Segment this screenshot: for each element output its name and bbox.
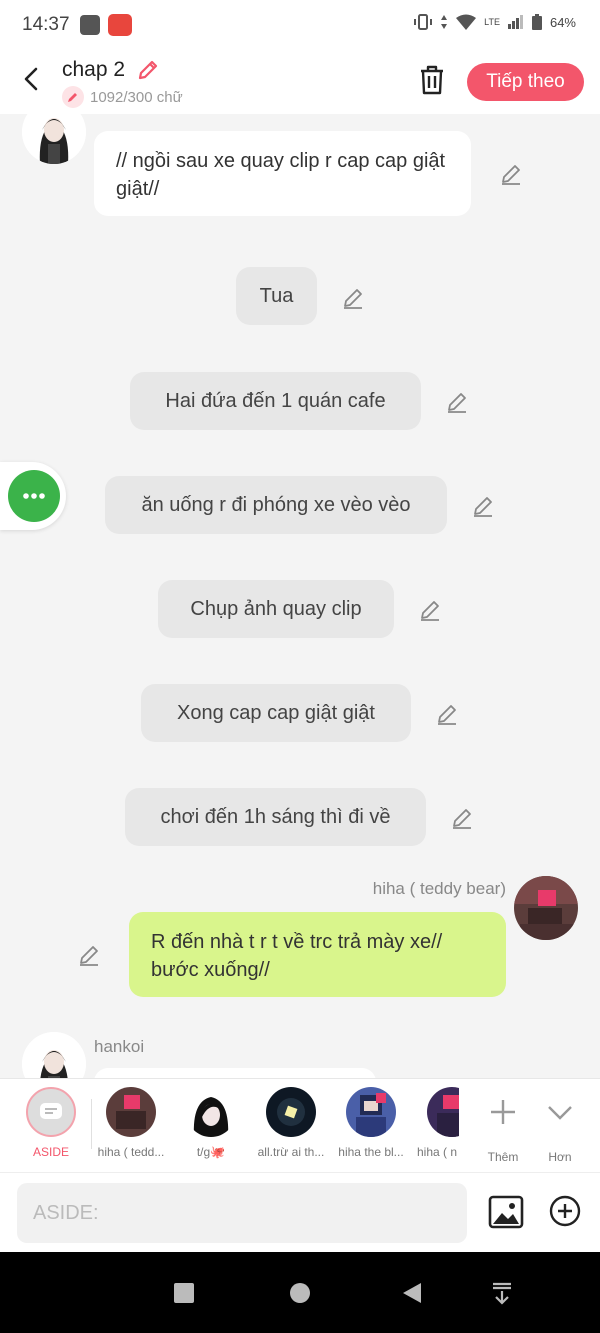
data-arrows-icon <box>441 15 448 29</box>
edit-title-pencil-icon[interactable] <box>136 58 160 82</box>
message-input[interactable] <box>17 1183 467 1243</box>
image-icon[interactable] <box>488 1195 524 1229</box>
character-label: t/g🐙 <box>196 1145 226 1159</box>
character-all[interactable]: all.trừ ai th... <box>251 1087 331 1159</box>
character-label: hiha the bl... <box>338 1145 404 1159</box>
edit-pencil-icon[interactable] <box>418 598 442 622</box>
edit-pencil-icon[interactable] <box>499 162 523 186</box>
next-button[interactable]: Tiếp theo <box>467 63 584 101</box>
speaker-name: hankoi <box>94 1037 145 1056</box>
character-hiha-partial[interactable]: hiha ( n <box>411 1087 459 1159</box>
input-bar <box>0 1172 600 1252</box>
narration-bubble[interactable]: chơi đến 1h sáng thì đi về <box>125 788 426 846</box>
network-type: LTE <box>484 17 500 27</box>
chapter-title[interactable]: chap 2 <box>62 58 125 82</box>
narration-bubble[interactable]: Chụp ảnh quay clip <box>158 580 394 638</box>
keyboard-hide-icon[interactable] <box>489 1280 515 1306</box>
narration-bubble[interactable]: Xong cap cap giật giật <box>141 684 411 742</box>
edit-pencil-icon[interactable] <box>445 390 469 414</box>
status-bar: 14:37 LTE 64% <box>0 0 600 50</box>
character-hiha-teddy[interactable]: hiha ( tedd... <box>91 1087 171 1159</box>
character-avatar <box>346 1087 396 1137</box>
narration-bubble[interactable]: Tua <box>236 267 317 325</box>
character-label: hiha ( n <box>417 1145 458 1159</box>
character-aside[interactable]: ASIDE <box>11 1087 91 1159</box>
trash-icon[interactable] <box>417 64 447 96</box>
message-bubble-hiha[interactable]: R đến nhà t r t về trc trả mày xe// bước… <box>129 912 506 997</box>
back-triangle-icon[interactable] <box>399 1280 425 1306</box>
avatar-hankoi[interactable] <box>22 1032 86 1078</box>
vibrate-icon <box>414 14 433 30</box>
add-circle-icon[interactable] <box>549 1195 581 1227</box>
shop-app-icon <box>79 15 100 35</box>
character-label: ASIDE <box>32 1145 69 1159</box>
character-hiha-the-bl[interactable]: hiha the bl... <box>331 1087 411 1159</box>
edit-pencil-icon[interactable] <box>450 806 474 830</box>
recents-square-icon[interactable] <box>171 1280 197 1306</box>
edit-pencil-icon[interactable] <box>435 702 459 726</box>
signal-icon <box>507 15 523 29</box>
more-dots-icon <box>23 493 45 499</box>
word-count-pencil-icon <box>62 86 84 108</box>
message-bubble-partial[interactable] <box>94 1068 376 1078</box>
chevron-down-icon <box>548 1106 572 1120</box>
expand-characters-label: Hơn <box>548 1150 572 1164</box>
message-bubble-hankoi[interactable]: // ngồi sau xe quay clip r cap cap giật … <box>94 131 471 216</box>
character-avatar <box>186 1087 236 1137</box>
edit-pencil-icon[interactable] <box>77 943 101 967</box>
character-avatar <box>106 1087 156 1137</box>
system-nav-bar <box>0 1252 600 1333</box>
narration-bubble[interactable]: Hai đứa đến 1 quán cafe <box>130 372 421 430</box>
edit-pencil-icon[interactable] <box>341 286 365 310</box>
character-selector: ASIDE hiha ( tedd... t/g🐙 all.trừ ai th.… <box>0 1078 600 1172</box>
speaker-name: hiha ( teddy bear) <box>372 879 506 898</box>
avatar-hankoi[interactable] <box>22 114 86 164</box>
narration-bubble[interactable]: ăn uống r đi phóng xe vèo vèo <box>105 476 447 534</box>
avatar-hiha-teddy-bear[interactable] <box>514 876 578 940</box>
battery-icon <box>531 14 542 30</box>
word-count: 1092/300 chữ <box>62 86 183 108</box>
character-avatar <box>266 1087 316 1137</box>
back-arrow-icon[interactable] <box>20 64 44 94</box>
status-time: 14:37 <box>22 14 70 35</box>
character-tg[interactable]: t/g🐙 <box>171 1087 251 1159</box>
character-avatar <box>427 1087 459 1137</box>
aside-speech-icon <box>40 1103 62 1119</box>
wifi-icon <box>456 14 477 30</box>
character-label: hiha ( tedd... <box>97 1145 165 1159</box>
edit-pencil-icon[interactable] <box>471 494 495 518</box>
word-count-text: 1092/300 chữ <box>90 88 183 106</box>
more-options-button[interactable] <box>8 470 60 522</box>
home-circle-icon[interactable] <box>287 1280 313 1306</box>
chat-area[interactable]: // ngồi sau xe quay clip r cap cap giật … <box>0 114 600 1078</box>
mangatoon-app-icon <box>107 14 132 36</box>
aside-avatar <box>26 1087 76 1137</box>
expand-characters-button[interactable]: Hơn <box>520 1087 600 1164</box>
battery-percent: 64% <box>549 14 576 30</box>
character-label: all.trừ ai th... <box>257 1145 325 1159</box>
floating-menu <box>0 462 66 530</box>
editor-header: chap 2 1092/300 chữ Tiếp theo <box>0 50 600 114</box>
